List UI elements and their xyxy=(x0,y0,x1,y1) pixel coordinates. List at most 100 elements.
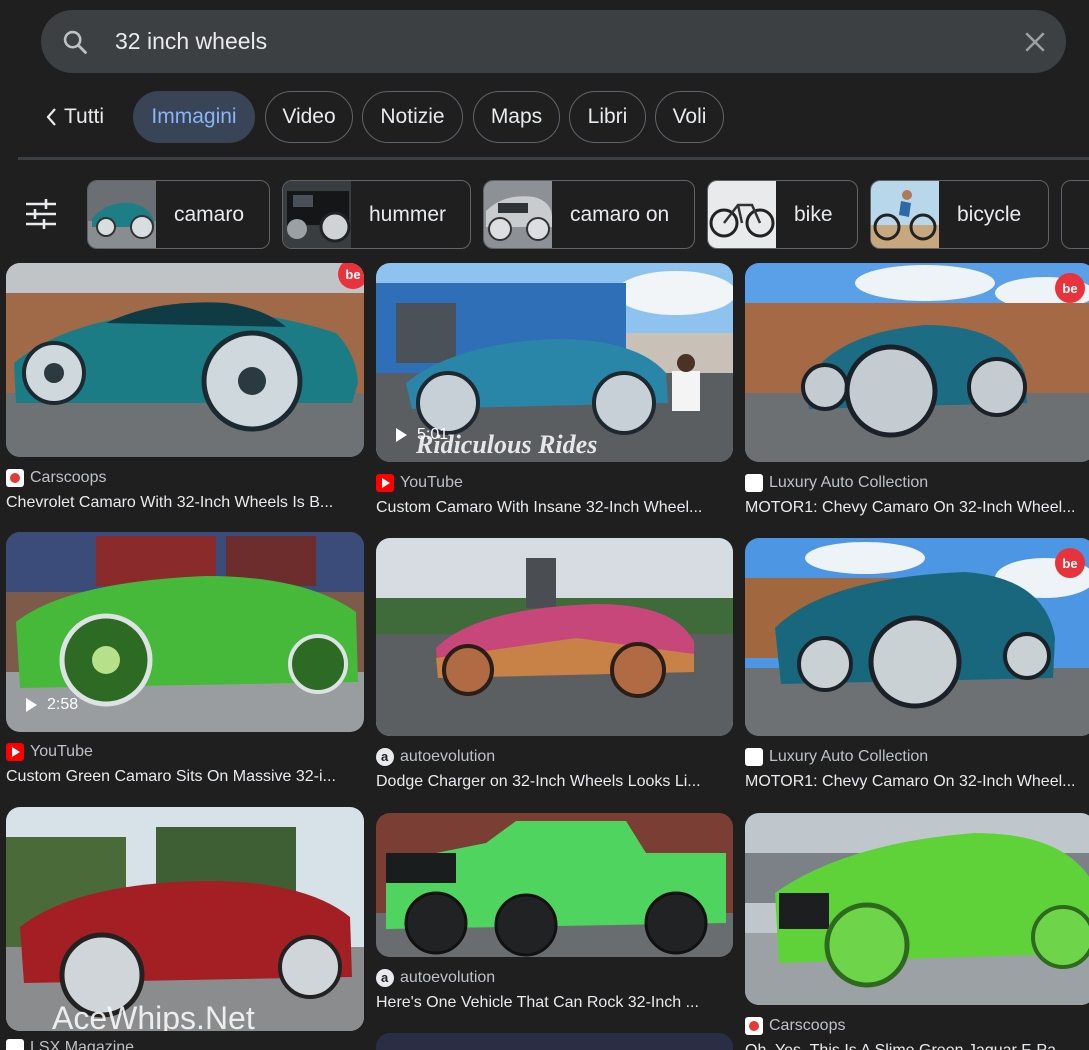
result-title[interactable]: Custom Green Camaro Sits On Massive 32-i… xyxy=(6,768,358,786)
duration-text: 5:01 xyxy=(417,426,449,443)
source-name: autoevolution xyxy=(400,748,496,765)
result-image[interactable]: Ridiculous Rides 5:01 xyxy=(376,263,733,462)
autoevolution-favicon: a xyxy=(376,969,394,987)
chip-camaro[interactable]: camaro xyxy=(87,180,270,249)
search-icon[interactable] xyxy=(61,28,89,56)
tab-label: Maps xyxy=(490,105,543,128)
source-name: YouTube xyxy=(30,743,93,760)
result-image[interactable]: be xyxy=(745,263,1089,462)
result-title[interactable]: Oh, Yes, This Is A Slime Green Jaguar F-… xyxy=(745,1042,1087,1050)
chip-label: camaro xyxy=(174,202,245,226)
chip-bicycle[interactable]: bicycle xyxy=(870,180,1049,249)
chip-thumbnail xyxy=(708,181,776,248)
result-image[interactable]: be xyxy=(6,263,364,457)
result-card[interactable]: Ridiculous Rides 5:01 YouTube Custom Cam… xyxy=(376,263,733,519)
tab-label: Immagini xyxy=(151,105,237,128)
youtube-favicon xyxy=(376,474,394,492)
chip-bike[interactable]: bike xyxy=(707,180,858,249)
tab-notizie[interactable]: Notizie xyxy=(362,91,463,143)
tab-tutti[interactable]: Tutti xyxy=(44,92,104,142)
search-bar[interactable] xyxy=(41,10,1066,73)
chip-label: hummer xyxy=(369,202,447,226)
result-source: YouTube xyxy=(376,474,463,492)
result-card[interactable]: AceWhips.Net LSX Magazine xyxy=(6,807,364,1050)
result-title[interactable]: Custom Camaro With Insane 32-Inch Wheel.… xyxy=(376,499,726,517)
source-name: LSX Magazine xyxy=(30,1039,135,1050)
brand-badge: be xyxy=(1055,273,1085,303)
chip-thumbnail xyxy=(484,181,552,248)
result-source: Luxury Auto Collection xyxy=(745,474,928,492)
video-duration: 5:01 xyxy=(396,426,448,444)
chip-thumbnail xyxy=(283,181,351,248)
source-name: Luxury Auto Collection xyxy=(769,748,929,765)
brand-badge: be xyxy=(1055,548,1085,578)
play-icon xyxy=(26,698,37,712)
tab-label: Voli xyxy=(672,105,707,128)
result-title[interactable]: Dodge Charger on 32-Inch Wheels Looks Li… xyxy=(376,773,726,791)
result-source: Luxury Auto Collection xyxy=(745,748,928,766)
filter-sliders-icon[interactable] xyxy=(24,197,58,231)
tab-label: Video xyxy=(282,105,336,128)
tab-libri[interactable]: Libri xyxy=(569,91,646,143)
source-name: YouTube xyxy=(400,474,463,491)
divider xyxy=(18,157,1089,160)
duration-text: 2:58 xyxy=(47,696,79,713)
chip-more[interactable] xyxy=(1061,180,1089,249)
result-card[interactable]: be Luxury Auto Collection MOTOR1: Chevy … xyxy=(745,538,1089,794)
tab-label: Notizie xyxy=(380,105,445,128)
source-name: autoevolution xyxy=(400,969,496,986)
result-image[interactable] xyxy=(376,813,733,957)
play-icon xyxy=(396,428,407,442)
result-card[interactable]: be Carscoops Chevrolet Camaro With 32-In… xyxy=(6,263,364,513)
result-source: YouTube xyxy=(6,743,93,761)
lsx-magazine-favicon xyxy=(6,1039,24,1050)
chip-label: bike xyxy=(794,202,833,226)
search-tabs: Tutti Immagini Video Notizie Maps Libri … xyxy=(0,90,1089,144)
result-card[interactable]: 2:58 YouTube Custom Green Camaro Sits On… xyxy=(6,532,364,788)
result-title[interactable]: MOTOR1: Chevy Camaro On 32-Inch Wheel... xyxy=(745,499,1087,517)
tab-label: Libri xyxy=(587,105,628,128)
chip-thumbnail xyxy=(871,181,939,248)
luxury-auto-favicon xyxy=(745,748,763,766)
close-icon[interactable] xyxy=(1020,27,1050,57)
result-title[interactable]: MOTOR1: Chevy Camaro On 32-Inch Wheel... xyxy=(745,773,1087,791)
chip-label: camaro on xyxy=(570,202,670,226)
result-source: a autoevolution xyxy=(376,969,495,987)
image-watermark: AceWhips.Net xyxy=(52,1000,255,1031)
carscoops-favicon xyxy=(745,1017,763,1035)
result-source: a autoevolution xyxy=(376,748,495,766)
chip-thumbnail xyxy=(88,181,156,248)
result-image[interactable]: AceWhips.Net xyxy=(6,807,364,1031)
carscoops-favicon xyxy=(6,469,24,487)
result-card[interactable]: a autoevolution Dodge Charger on 32-Inch… xyxy=(376,538,733,794)
result-image[interactable]: be xyxy=(745,538,1089,736)
result-title[interactable]: Chevrolet Camaro With 32-Inch Wheels Is … xyxy=(6,494,358,512)
result-source: Carscoops xyxy=(745,1017,845,1035)
result-source: LSX Magazine xyxy=(6,1039,134,1050)
luxury-auto-favicon xyxy=(745,474,763,492)
result-image[interactable] xyxy=(745,813,1089,1005)
tab-voli[interactable]: Voli xyxy=(655,91,724,143)
result-source: Carscoops xyxy=(6,469,106,487)
result-card[interactable]: be Luxury Auto Collection MOTOR1: Chevy … xyxy=(745,263,1089,519)
result-card[interactable]: a autoevolution Here's One Vehicle That … xyxy=(376,813,733,1050)
chip-hummer[interactable]: hummer xyxy=(282,180,471,249)
result-image-next[interactable] xyxy=(376,1033,733,1050)
result-image[interactable]: 2:58 xyxy=(6,532,364,732)
autoevolution-favicon: a xyxy=(376,748,394,766)
result-title[interactable]: Here's One Vehicle That Can Rock 32-Inch… xyxy=(376,994,726,1012)
chevron-left-icon xyxy=(46,108,56,126)
chip-label: bicycle xyxy=(957,202,1022,226)
result-image[interactable] xyxy=(376,538,733,736)
tab-video[interactable]: Video xyxy=(265,91,353,143)
search-input[interactable] xyxy=(115,24,975,58)
result-card[interactable]: Carscoops Oh, Yes, This Is A Slime Green… xyxy=(745,813,1089,1050)
tab-immagini[interactable]: Immagini xyxy=(133,91,255,143)
youtube-favicon xyxy=(6,743,24,761)
chip-camaro-on[interactable]: camaro on xyxy=(483,180,695,249)
video-duration: 2:58 xyxy=(26,696,78,714)
tab-label: Tutti xyxy=(64,105,105,128)
source-name: Carscoops xyxy=(769,1017,846,1034)
tab-maps[interactable]: Maps xyxy=(473,91,560,143)
source-name: Carscoops xyxy=(30,469,107,486)
